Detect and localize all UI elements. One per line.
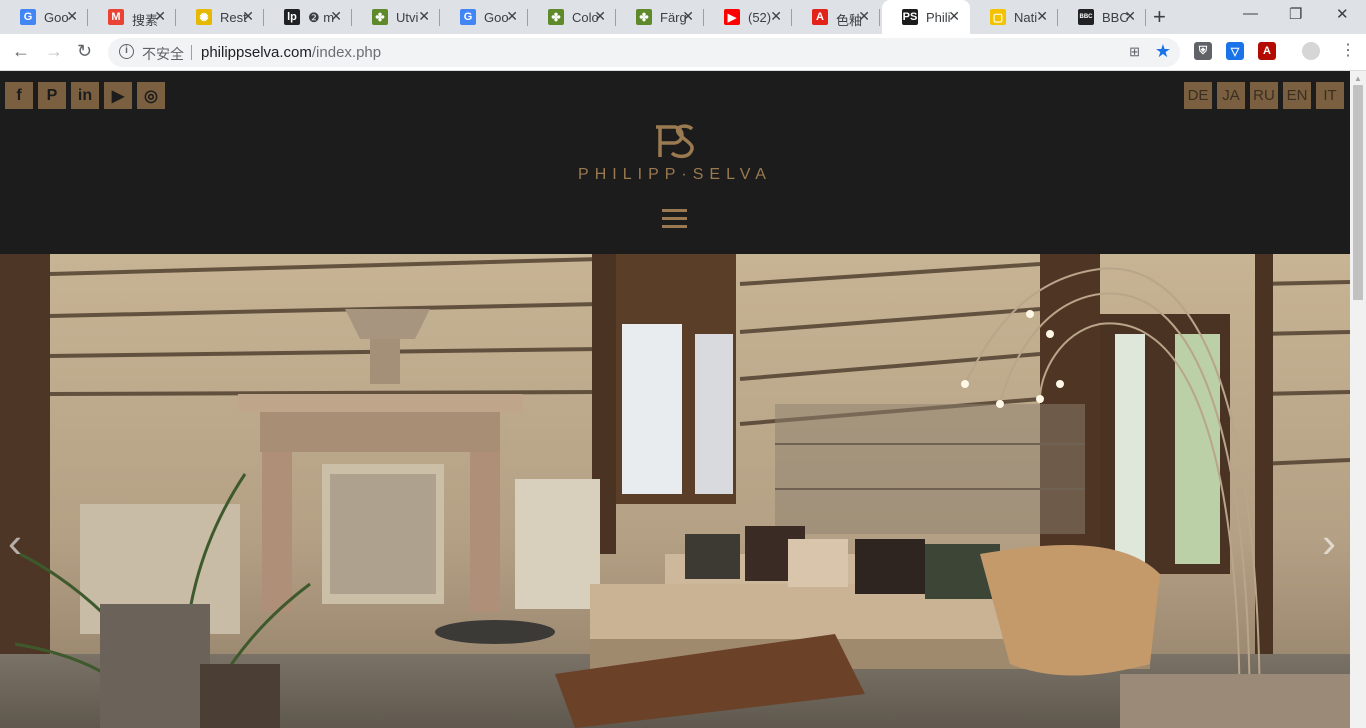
- browser-toolbar: ← → ↻ i 不安全 philippselva.com/index.php ⊞…: [0, 34, 1366, 71]
- tab-close-icon[interactable]: ✕: [154, 8, 166, 25]
- page: f Pin ▶ ◎ DE JA RU EN IT PHILIPP·SELVA ‹…: [0, 71, 1350, 728]
- scroll-up-icon[interactable]: ▲: [1354, 74, 1362, 83]
- tab-close-icon[interactable]: ✕: [330, 8, 342, 25]
- reload-icon[interactable]: ↻: [77, 41, 92, 62]
- google-icon: G: [20, 9, 36, 25]
- url-host: philippselva.com: [201, 44, 312, 61]
- hamburger-menu-icon[interactable]: [662, 209, 687, 229]
- address-bar[interactable]: i 不安全 philippselva.com/index.php ⊞ ★: [108, 38, 1180, 67]
- pdf-extension-icon[interactable]: A: [1258, 42, 1276, 60]
- minimize-icon[interactable]: —: [1243, 5, 1258, 22]
- divider: [191, 45, 192, 60]
- url-text[interactable]: philippselva.com/index.php: [201, 44, 381, 61]
- ps-logo-icon: PS: [902, 9, 918, 25]
- tab-close-icon[interactable]: ✕: [948, 8, 960, 25]
- translate-icon[interactable]: ⊞: [1129, 44, 1140, 60]
- browser-tab[interactable]: ✤ Färg ✕: [616, 0, 704, 34]
- facebook-icon[interactable]: f: [5, 82, 33, 109]
- browser-tab[interactable]: ✺ Rest ✕: [176, 0, 264, 34]
- tab-separator: [1145, 9, 1146, 26]
- browser-tab[interactable]: ▶ (52) ✕: [704, 0, 792, 34]
- adobe-icon: A: [812, 9, 828, 25]
- pinterest-icon[interactable]: P: [38, 82, 66, 109]
- tab-close-icon[interactable]: ✕: [242, 8, 254, 25]
- leaf-icon: ✤: [372, 9, 388, 25]
- language-button-ja[interactable]: JA: [1217, 82, 1245, 109]
- shield-extension-icon[interactable]: ⛨: [1194, 42, 1212, 60]
- linkedin-icon[interactable]: in: [71, 82, 99, 109]
- scrollbar-thumb[interactable]: [1353, 85, 1363, 300]
- browser-tab[interactable]: BBC BBC ✕: [1058, 0, 1146, 34]
- language-button-ru[interactable]: RU: [1250, 82, 1278, 109]
- browser-tab[interactable]: ✤ Colo ✕: [528, 0, 616, 34]
- natgeo-icon: ▢: [990, 9, 1006, 25]
- forward-icon[interactable]: →: [45, 41, 63, 62]
- tab-close-icon[interactable]: ✕: [66, 8, 78, 25]
- insecure-label: 不安全: [142, 46, 184, 62]
- browser-tab[interactable]: G Goo ✕: [0, 0, 88, 34]
- restore-icon[interactable]: ❐: [1289, 5, 1302, 23]
- leaf-icon: ✤: [548, 9, 564, 25]
- tab-close-icon[interactable]: ✕: [770, 8, 782, 25]
- translate-icon: G: [460, 9, 476, 25]
- language-button-de[interactable]: DE: [1184, 82, 1212, 109]
- tab-close-icon[interactable]: ✕: [594, 8, 606, 25]
- close-window-icon[interactable]: ✕: [1336, 5, 1349, 23]
- back-icon[interactable]: ←: [12, 41, 30, 62]
- sun-icon: ✺: [196, 9, 212, 25]
- vpn-extension-icon[interactable]: ▽: [1226, 42, 1244, 60]
- slider-next-arrow-icon[interactable]: ›: [1322, 519, 1336, 567]
- app-icon: lp: [284, 9, 300, 25]
- browser-tab[interactable]: A 色釉 ✕: [792, 0, 880, 34]
- browser-tab[interactable]: G Goo ✕: [440, 0, 528, 34]
- bookmark-star-icon[interactable]: ★: [1155, 41, 1171, 62]
- tab-close-icon[interactable]: ✕: [682, 8, 694, 25]
- page-scrollbar[interactable]: ▲: [1350, 71, 1366, 728]
- language-button-en[interactable]: EN: [1283, 82, 1311, 109]
- info-icon[interactable]: i: [119, 44, 134, 59]
- youtube-icon: ▶: [724, 9, 740, 25]
- browser-tab[interactable]: ▢ Nati ✕: [970, 0, 1058, 34]
- browser-tab[interactable]: lp ❷ m ✕: [264, 0, 352, 34]
- browser-tab[interactable]: ✤ Utvi ✕: [352, 0, 440, 34]
- profile-avatar-icon[interactable]: [1302, 42, 1320, 60]
- bbc-icon: BBC: [1078, 9, 1094, 25]
- gmail-icon: M: [108, 9, 124, 25]
- slider-prev-arrow-icon[interactable]: ‹: [8, 519, 22, 567]
- browser-tab[interactable]: M 搜素 ✕: [88, 0, 176, 34]
- tab-close-icon[interactable]: ✕: [418, 8, 430, 25]
- url-path: /index.php: [311, 44, 382, 61]
- tab-close-icon[interactable]: ✕: [1124, 8, 1136, 25]
- tab-strip: G Goo ✕ M 搜素 ✕ ✺ Rest ✕ lp ❷ m ✕ ✤ Utvi ✕ G Goo ✕ ✤ Colo ✕ ✤ F…: [0, 0, 1366, 34]
- tab-close-icon[interactable]: ✕: [506, 8, 518, 25]
- browser-tab[interactable]: PS Phili ✕: [882, 0, 970, 34]
- language-button-it[interactable]: IT: [1316, 82, 1344, 109]
- new-tab-button[interactable]: +: [1153, 4, 1166, 30]
- instagram-icon[interactable]: ◎: [137, 82, 165, 109]
- leaf-icon: ✤: [636, 9, 652, 25]
- logo-wordmark[interactable]: PHILIPP·SELVA: [540, 166, 810, 184]
- tab-close-icon[interactable]: ✕: [858, 8, 870, 25]
- hero-slider-image: ‹ ›: [0, 254, 1350, 728]
- ps-logo-mark-icon[interactable]: [652, 123, 698, 159]
- tab-separator: [879, 9, 880, 26]
- menu-dots-icon[interactable]: ⋮: [1340, 40, 1356, 60]
- youtube-icon[interactable]: ▶: [104, 82, 132, 109]
- tab-close-icon[interactable]: ✕: [1036, 8, 1048, 25]
